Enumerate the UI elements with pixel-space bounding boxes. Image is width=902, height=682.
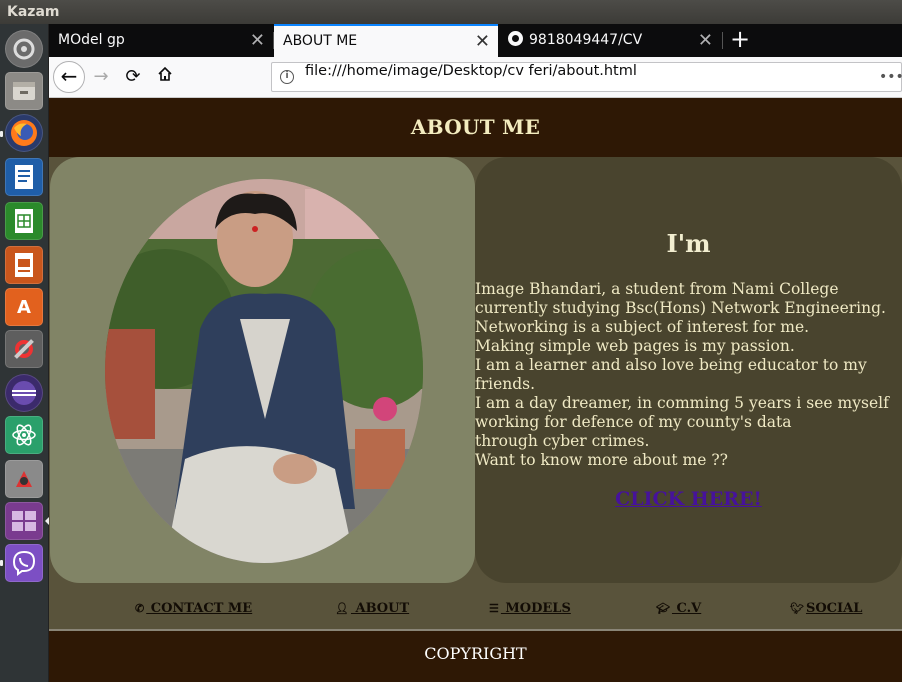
tab-github-cv[interactable]: 9818049447/CV ✕: [499, 24, 721, 57]
page-title: ABOUT ME: [49, 98, 902, 157]
nav-about-link[interactable]: 👤︎ ABOUT: [335, 601, 409, 616]
java-app-icon[interactable]: [5, 460, 43, 498]
home-icon[interactable]: [153, 65, 177, 89]
tab-label: 9818049447/CV: [529, 32, 643, 48]
launcher-running-pip: [0, 560, 3, 566]
tab-label: ABOUT ME: [283, 33, 358, 49]
reload-icon[interactable]: ⟳: [121, 65, 145, 89]
url-text[interactable]: file:///home/image/Desktop/cv feri/about…: [305, 63, 637, 79]
nav-cv-link[interactable]: 🎓︎ C.V: [656, 601, 701, 616]
nav-contact-link[interactable]: ✆ CONTACT ME: [135, 601, 252, 616]
close-icon[interactable]: ✕: [698, 24, 713, 57]
app-title: Kazam: [7, 4, 60, 20]
browser-window: MOdel gp ✕ ABOUT ME ✕ 9818049447/CV ✕ + …: [49, 24, 902, 682]
settings-icon[interactable]: [5, 330, 43, 368]
about-info-panel: I'm Image Bhandari, a student from Nami …: [475, 157, 902, 583]
navigation-bar: ← → ⟳ i file:///home/image/Desktop/cv fe…: [49, 57, 902, 98]
nav-social-link[interactable]: 🐦︎ SOCIAL: [790, 601, 862, 616]
intro-paragraph: Image Bhandari, a student from Nami Coll…: [475, 280, 889, 469]
firefox-icon[interactable]: [5, 114, 43, 152]
impress-icon[interactable]: [5, 246, 43, 284]
twitter-icon: 🐦︎: [790, 602, 804, 615]
launcher: A: [0, 24, 49, 682]
forward-arrow-icon[interactable]: →: [89, 65, 113, 89]
back-arrow-icon[interactable]: ←: [53, 61, 85, 93]
user-icon: 👤︎: [335, 602, 349, 615]
address-bar[interactable]: i file:///home/image/Desktop/cv feri/abo…: [271, 62, 902, 92]
calc-icon[interactable]: [5, 202, 43, 240]
copyright-footer: COPYRIGHT: [49, 631, 902, 682]
page-actions-icon[interactable]: •••: [879, 63, 902, 91]
sliders-icon: ☰: [489, 602, 499, 615]
workspace-switcher-icon[interactable]: [5, 502, 43, 540]
writer-icon[interactable]: [5, 158, 43, 196]
profile-photo: [105, 179, 423, 563]
launcher-running-pip: [0, 131, 3, 137]
github-icon: [508, 31, 523, 46]
tab-label: MOdel gp: [58, 32, 125, 48]
eclipse-icon[interactable]: [5, 374, 43, 412]
new-tab-button[interactable]: +: [730, 24, 750, 57]
software-center-icon[interactable]: A: [5, 288, 43, 326]
tab-about-me[interactable]: ABOUT ME ✕: [274, 24, 498, 57]
info-icon[interactable]: i: [280, 70, 294, 84]
intro-heading: I'm: [666, 229, 711, 258]
footer-navigation: ✆ CONTACT ME 👤︎ ABOUT ☰ MODELS 🎓︎ C.V 🐦︎…: [49, 583, 902, 628]
graduation-cap-icon: 🎓︎: [656, 602, 670, 615]
web-page: ABOUT ME I'm Image Bhandari, a student f…: [49, 98, 902, 682]
dash-icon[interactable]: [5, 30, 43, 68]
close-icon[interactable]: ✕: [250, 24, 265, 57]
photo-panel: [50, 157, 475, 583]
os-top-bar: Kazam: [0, 0, 902, 24]
tab-model-gp[interactable]: MOdel gp ✕: [49, 24, 273, 57]
click-here-link[interactable]: CLICK HERE!: [475, 488, 902, 510]
viber-icon[interactable]: [5, 544, 43, 582]
atom-icon[interactable]: [5, 416, 43, 454]
files-icon[interactable]: [5, 72, 43, 110]
tab-bar: MOdel gp ✕ ABOUT ME ✕ 9818049447/CV ✕ +: [49, 24, 902, 57]
tab-separator: [722, 32, 723, 49]
close-icon[interactable]: ✕: [475, 26, 490, 57]
phone-icon: ✆: [135, 602, 145, 615]
nav-models-link[interactable]: ☰ MODELS: [489, 601, 571, 616]
